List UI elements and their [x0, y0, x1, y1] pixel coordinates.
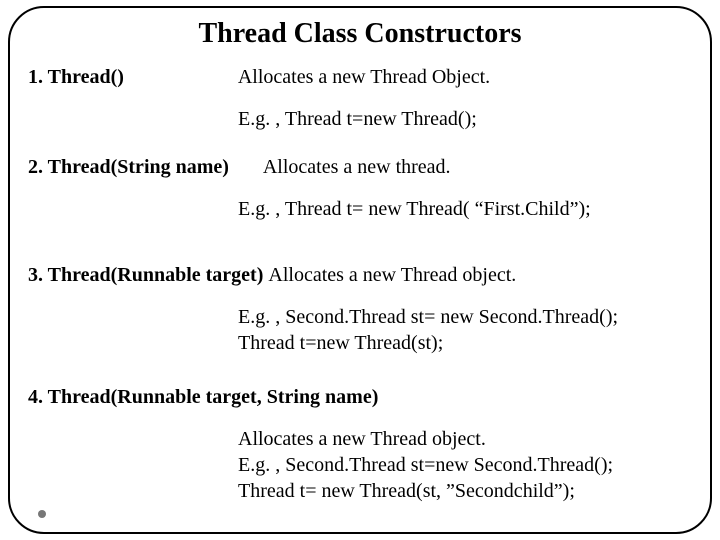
constructor-item-1: 1. Thread() Allocates a new Thread Objec…: [28, 64, 692, 90]
constructor-example: Thread t= new Thread(st, ”Secondchild”);: [238, 478, 692, 504]
constructor-example: Thread t=new Thread(st);: [238, 330, 692, 356]
constructor-signature: 4. Thread(Runnable target, String name): [28, 386, 378, 408]
spacer: [229, 156, 263, 178]
slide-frame: Thread Class Constructors 1. Thread() Al…: [8, 6, 712, 534]
constructor-description: Allocates a new Thread object.: [238, 426, 692, 452]
decorative-dot-icon: [38, 510, 46, 518]
constructor-item-2: 2. Thread(String name) Allocates a new t…: [28, 154, 692, 180]
constructor-example: E.g. , Thread t= new Thread( “First.Chil…: [238, 196, 692, 222]
constructor-signature: 2. Thread(String name): [28, 156, 229, 178]
constructor-item-3: 3. Thread(Runnable target) Allocates a n…: [28, 262, 692, 288]
constructor-signature: 3. Thread(Runnable target): [28, 264, 268, 286]
constructor-description: Allocates a new Thread Object.: [238, 66, 490, 88]
constructor-description: Allocates a new thread.: [263, 156, 451, 178]
constructor-description: Allocates a new Thread object.: [268, 264, 516, 286]
constructor-item-4: 4. Thread(Runnable target, String name): [28, 384, 692, 410]
spacer: [124, 66, 238, 88]
slide: Thread Class Constructors 1. Thread() Al…: [0, 0, 720, 540]
constructor-example: E.g. , Second.Thread st= new Second.Thre…: [238, 304, 692, 330]
constructor-example: E.g. , Second.Thread st=new Second.Threa…: [238, 452, 692, 478]
slide-title: Thread Class Constructors: [28, 18, 692, 50]
constructor-example: E.g. , Thread t=new Thread();: [238, 106, 692, 132]
constructor-signature: 1. Thread(): [28, 66, 124, 88]
